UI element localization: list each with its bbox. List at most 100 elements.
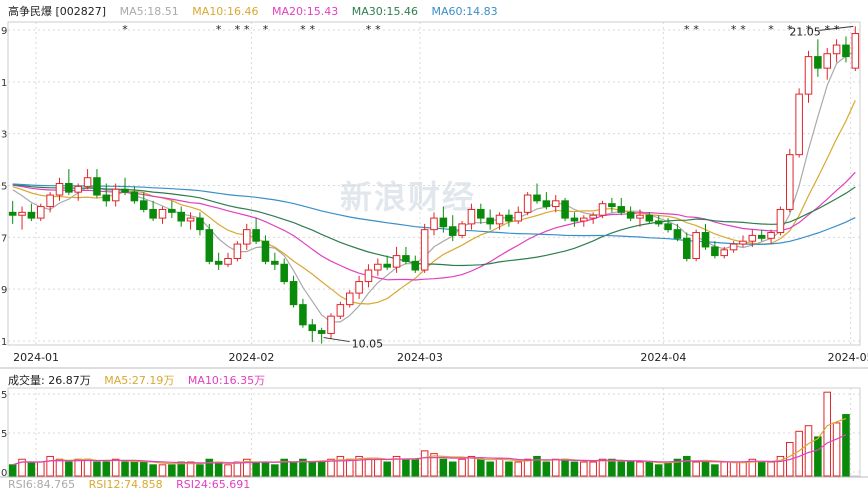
candle — [149, 200, 157, 221]
volume-bar — [739, 461, 747, 477]
volume-bar — [645, 461, 654, 477]
candle-body — [439, 217, 448, 228]
candle — [823, 47, 832, 80]
volume-bar — [804, 425, 813, 477]
candle-body — [561, 200, 569, 219]
volume-bar — [448, 461, 457, 477]
volume-bar — [598, 458, 607, 477]
candle-body — [186, 217, 195, 222]
volume-bar — [570, 461, 579, 477]
price-tick-label: 1 — [1, 337, 7, 348]
candle — [608, 197, 616, 213]
candle-body — [739, 240, 747, 245]
event-marker: * — [768, 23, 774, 36]
candle — [271, 252, 279, 271]
event-marker: * — [693, 23, 699, 36]
candle-body — [130, 191, 139, 202]
volume-bar — [580, 461, 588, 477]
candle-body — [814, 56, 822, 69]
low-annotation: 10.05 — [352, 338, 384, 351]
candle — [757, 229, 766, 242]
volume-bar — [795, 430, 803, 477]
candle-body — [27, 211, 36, 219]
candle — [505, 209, 513, 227]
volume-bar — [36, 461, 45, 477]
volume-bar — [121, 461, 129, 477]
volume-bar — [842, 414, 850, 477]
event-marker: * — [263, 23, 269, 36]
candle-body — [317, 330, 326, 334]
volume-bar — [467, 455, 476, 477]
candle — [814, 39, 822, 77]
candle-body — [823, 53, 832, 69]
event-marker: * — [684, 23, 690, 36]
candle — [626, 206, 635, 221]
candle-body — [832, 44, 841, 55]
candle — [168, 200, 176, 219]
price-tick-label: 3 — [1, 130, 7, 141]
candle-body — [514, 211, 523, 222]
candle-body — [448, 226, 457, 236]
candle-body — [701, 232, 710, 248]
volume-bar — [74, 458, 82, 477]
candle-body — [261, 240, 270, 262]
volume-bar — [271, 464, 279, 477]
candle — [561, 197, 569, 221]
candle-body — [636, 214, 644, 219]
candle — [196, 212, 204, 236]
candle-body — [46, 194, 54, 208]
candle-body — [430, 217, 438, 231]
volume-bar — [711, 464, 719, 477]
candle-body — [654, 220, 663, 225]
volume-bar — [420, 450, 429, 477]
candle — [242, 223, 251, 250]
volume-bar — [233, 461, 242, 477]
candle-body — [673, 229, 682, 239]
candle-body — [55, 183, 64, 196]
event-marker: * — [366, 23, 372, 36]
candle — [533, 183, 541, 204]
event-marker: * — [834, 23, 840, 36]
candle-body — [767, 232, 775, 239]
candle-body — [36, 206, 45, 219]
volume-tick-label: 5 — [1, 429, 7, 440]
candle-body — [271, 260, 279, 265]
candle-body — [177, 211, 185, 222]
volume-bar — [458, 458, 466, 477]
candle-body — [608, 203, 616, 208]
event-marker: * — [740, 23, 746, 36]
candle-body — [692, 232, 700, 259]
candle-body — [83, 177, 92, 187]
price-tick-label: 7 — [1, 233, 7, 244]
candle-body — [205, 229, 214, 262]
volume-bar — [551, 458, 560, 477]
candle — [383, 255, 391, 271]
volume-bar — [683, 455, 691, 477]
volume-bar — [561, 458, 569, 477]
candle — [93, 169, 101, 198]
candle-body — [8, 211, 17, 216]
event-marker: * — [300, 23, 306, 36]
candle-body — [533, 194, 541, 202]
month-label: 2024-03 — [397, 351, 443, 364]
candle-body — [851, 33, 860, 69]
candle — [18, 206, 26, 230]
candle-body — [645, 214, 654, 222]
low-annotation-arrow — [323, 337, 350, 343]
candle-body — [242, 229, 251, 245]
candle-body — [111, 188, 120, 202]
month-label: 2024-01 — [13, 351, 59, 364]
candle — [795, 88, 803, 158]
volume-bar — [224, 464, 232, 477]
candle — [486, 209, 494, 230]
candle — [692, 229, 700, 262]
volume-bar — [205, 458, 214, 477]
volume-bar — [505, 461, 513, 477]
candle — [252, 218, 260, 245]
event-marker: * — [731, 23, 737, 36]
candle-body — [458, 223, 466, 236]
candle — [411, 255, 420, 273]
volume-bar — [823, 391, 832, 477]
kline-chart: 9 1 3 5 7 9 1 2024-01 2024-02 2024-03 2024-04 2024-… — [0, 21, 868, 479]
candle-body — [683, 237, 691, 259]
